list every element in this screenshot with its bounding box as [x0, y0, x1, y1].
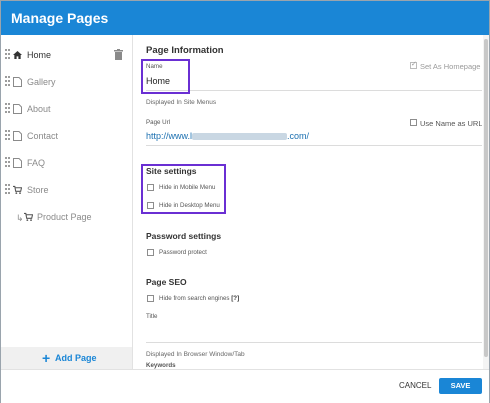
page-icon	[13, 104, 22, 114]
dialog-title: Manage Pages	[11, 10, 109, 26]
name-underline	[146, 90, 482, 91]
seo-title-hint: Displayed In Browser Window/Tab	[146, 351, 245, 358]
dialog-header: Manage Pages	[1, 1, 489, 35]
page-seo-heading: Page SEO	[146, 277, 187, 287]
dialog-footer: CANCEL SAVE	[1, 369, 489, 403]
use-name-as-url-label: Use Name as URL	[420, 119, 482, 128]
url-underline	[146, 145, 482, 146]
pages-sidebar: Home Gallery About Contact FAQ Store ↳ P…	[1, 35, 133, 369]
add-page-label: Add Page	[55, 353, 97, 363]
page-url-prefix: http://www.l	[146, 131, 193, 141]
drag-handle-icon[interactable]	[5, 130, 10, 142]
highlight-box-name	[141, 59, 190, 94]
set-as-homepage-label: Set As Homepage	[420, 62, 481, 71]
sidebar-item-contact[interactable]: Contact	[1, 124, 132, 150]
sidebar-item-store[interactable]: Store	[1, 178, 132, 204]
page-icon	[13, 77, 22, 87]
subpage-arrow-icon: ↳	[16, 213, 24, 223]
help-link[interactable]: [?]	[231, 295, 239, 302]
drag-handle-icon[interactable]	[5, 49, 10, 61]
save-button[interactable]: SAVE	[439, 378, 482, 394]
sidebar-item-product-page[interactable]: ↳ Product Page	[1, 205, 132, 231]
cart-icon	[13, 185, 22, 195]
seo-keywords-label: Keywords	[146, 362, 176, 369]
page-url-suffix: .com/	[287, 131, 310, 141]
page-url-input[interactable]: http://www.l .com/	[146, 131, 309, 141]
home-icon	[13, 50, 22, 60]
name-hint: Displayed In Site Menus	[146, 99, 217, 106]
drag-handle-icon[interactable]	[5, 103, 10, 115]
use-name-as-url-checkbox[interactable]	[410, 119, 417, 126]
sidebar-item-label: Contact	[27, 131, 59, 141]
manage-pages-dialog: Manage Pages Home Gallery About Contact	[0, 0, 490, 403]
sidebar-item-faq[interactable]: FAQ	[1, 151, 132, 177]
sidebar-item-label: Home	[27, 50, 52, 60]
seo-title-underline	[146, 342, 482, 343]
drag-handle-icon[interactable]	[5, 76, 10, 88]
plus-icon: +	[42, 350, 51, 366]
hide-search-text: Hide from search engines	[159, 295, 230, 302]
blurred-url-segment	[192, 133, 288, 141]
drag-handle-icon[interactable]	[5, 184, 10, 196]
sidebar-item-gallery[interactable]: Gallery	[1, 70, 132, 96]
highlight-box-site-settings	[141, 164, 226, 214]
sidebar-item-about[interactable]: About	[1, 97, 132, 123]
sidebar-item-label: Store	[27, 185, 49, 195]
sidebar-item-label: FAQ	[27, 158, 46, 168]
seo-title-label: Title	[146, 313, 158, 320]
sidebar-item-label: Gallery	[27, 77, 56, 87]
hide-search-engines-label: Hide from search engines [?]	[159, 295, 239, 302]
set-as-homepage-checkbox[interactable]	[410, 60, 417, 69]
add-page-button[interactable]: + Add Page	[1, 347, 132, 369]
sidebar-item-label: About	[27, 104, 51, 114]
trash-icon[interactable]	[114, 49, 123, 60]
page-icon	[13, 131, 22, 141]
page-url-label: Page Url	[146, 119, 171, 126]
cancel-button[interactable]: CANCEL	[399, 381, 431, 390]
page-icon	[13, 158, 22, 168]
password-protect-checkbox[interactable]	[147, 249, 154, 256]
scrollbar-thumb[interactable]	[484, 39, 488, 357]
page-information-heading: Page Information	[146, 45, 224, 56]
password-settings-heading: Password settings	[146, 231, 222, 241]
cart-icon	[24, 212, 33, 222]
hide-search-engines-checkbox[interactable]	[147, 295, 154, 302]
sidebar-item-home[interactable]: Home	[1, 43, 132, 69]
password-protect-label: Password protect	[159, 249, 207, 256]
drag-handle-icon[interactable]	[5, 157, 10, 169]
sidebar-item-label: Product Page	[37, 212, 92, 222]
